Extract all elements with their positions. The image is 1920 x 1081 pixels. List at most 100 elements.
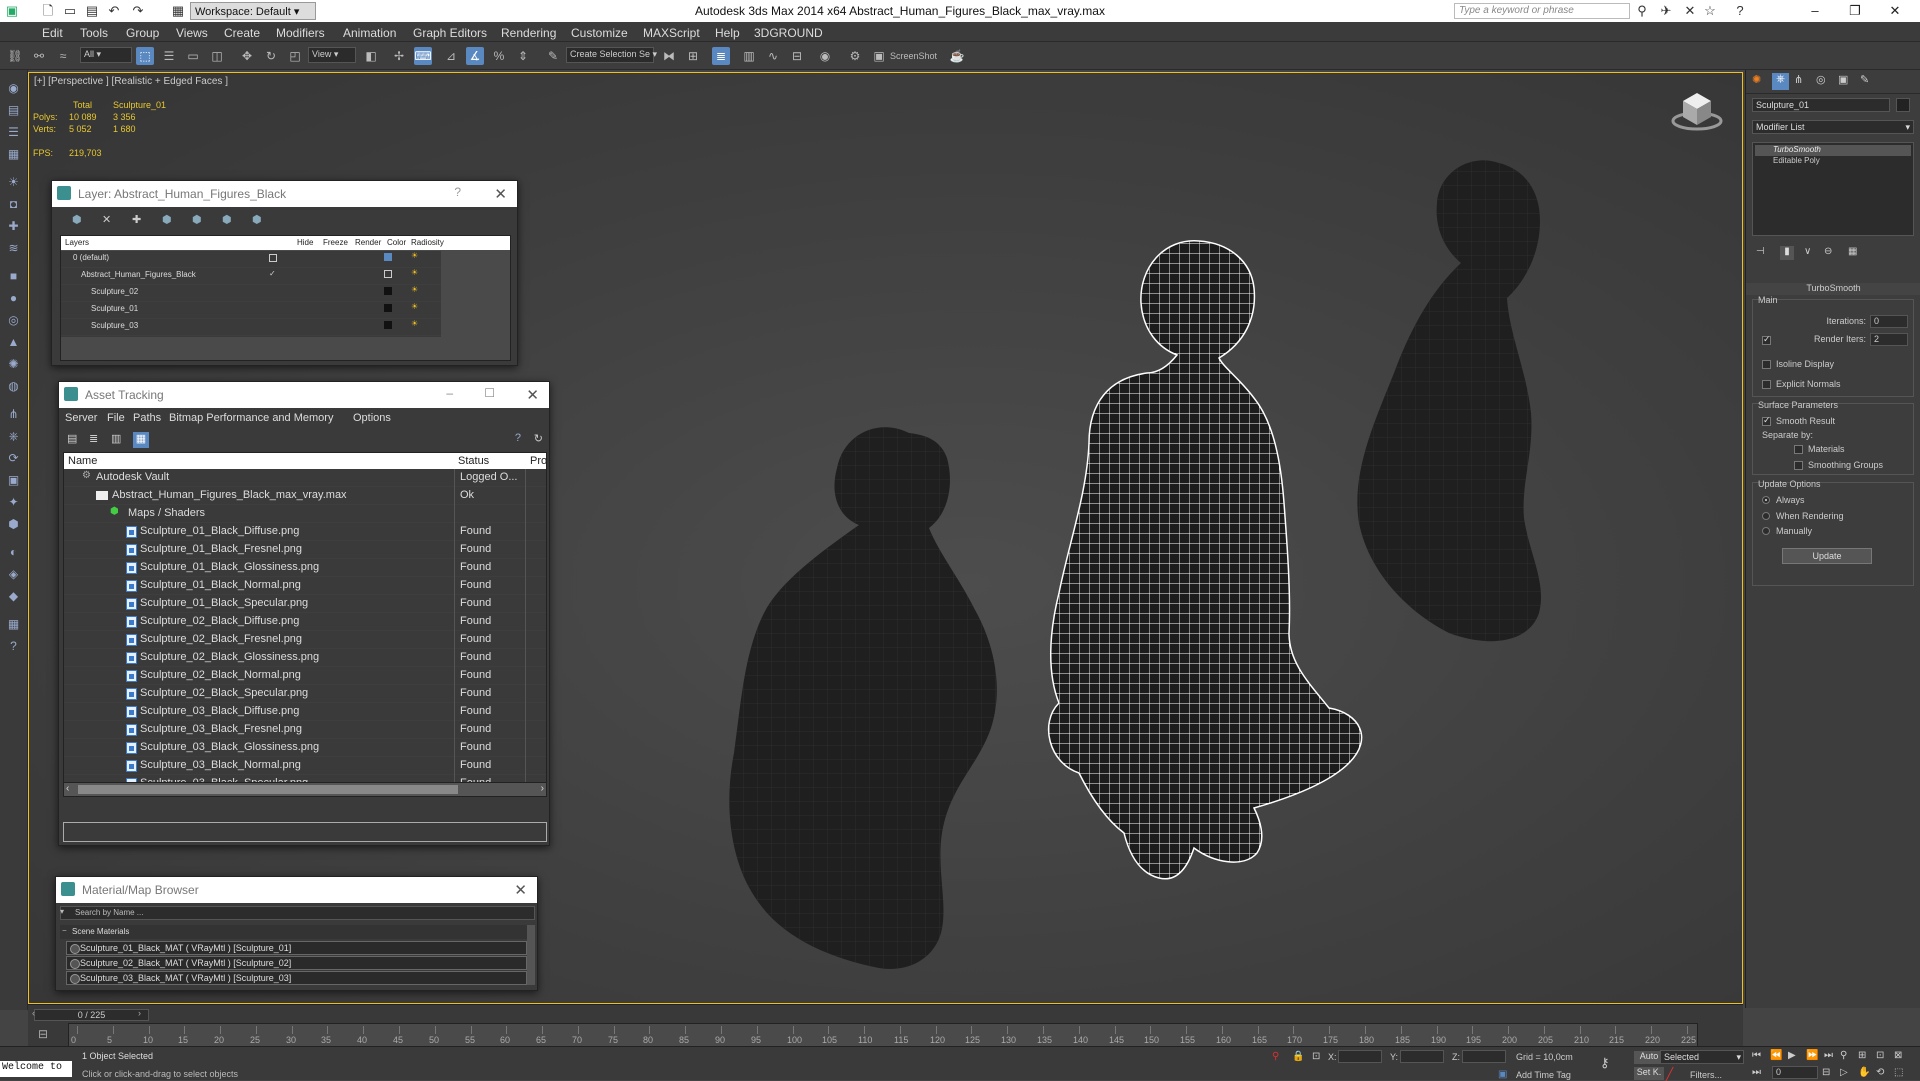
fov-icon[interactable]: ▷ [1840, 1067, 1848, 1078]
list-view-icon[interactable]: ≣ [89, 432, 98, 445]
asset-menu-options[interactable]: Options [353, 412, 391, 424]
sphere-icon[interactable]: ● [5, 290, 22, 307]
reactor-icon[interactable]: ⬢ [5, 516, 22, 533]
menu-views[interactable]: Views [176, 26, 208, 40]
asset-menu-server[interactable]: Server [65, 412, 97, 424]
list-icon[interactable]: ▦ [5, 616, 22, 633]
scroll-left-icon[interactable]: ‹ [66, 783, 69, 794]
question-icon[interactable]: ? [5, 638, 22, 655]
project-folder-icon[interactable]: ▦ [170, 3, 186, 19]
asset-row[interactable]: Sculpture_03_Black_Glossiness.png Found [64, 739, 546, 757]
prev-frame-icon[interactable]: ‹ [32, 1008, 35, 1018]
orbit-icon[interactable]: ⟲ [1876, 1067, 1884, 1078]
pin-stack-icon[interactable]: ⊣ [1756, 246, 1765, 257]
named-selection-dropdown[interactable]: Create Selection Se ▾ [566, 47, 657, 63]
sun-icon[interactable]: ✺ [5, 356, 22, 373]
layer-color-swatch[interactable] [384, 270, 392, 278]
object-name-field[interactable]: Sculpture_01 [1752, 98, 1890, 112]
prev-key-icon[interactable]: ⏪ [1770, 1050, 1782, 1061]
stack-item-turbosmooth[interactable]: TurboSmooth [1755, 145, 1911, 156]
render-setup-icon[interactable]: ⚙ [846, 47, 864, 65]
favorites-icon[interactable]: ☆ [1702, 3, 1718, 19]
keyboard-shortcut-icon[interactable]: ⌨ [414, 47, 432, 65]
remove-modifier-icon[interactable]: ⊖ [1824, 246, 1832, 257]
scroll-thumb[interactable] [78, 785, 458, 794]
render-icon[interactable]: ◈ [5, 566, 22, 583]
turbosmooth-rollout-title[interactable]: TurboSmooth [1746, 283, 1920, 295]
layer-row[interactable]: Abstract_Human_Figures_Black ✓ ☀ [61, 268, 441, 285]
update-button[interactable]: Update [1782, 548, 1872, 564]
layer-color-swatch[interactable] [384, 304, 392, 312]
z-coord-field[interactable] [1462, 1050, 1506, 1063]
select-manipulate-icon[interactable]: ✢ [390, 47, 408, 65]
menu-group[interactable]: Group [126, 26, 159, 40]
move-icon[interactable]: ✥ [238, 47, 256, 65]
key-selection-dropdown[interactable]: Selected ▾ [1660, 1050, 1744, 1064]
layer-panel-close-icon[interactable]: ✕ [494, 185, 507, 203]
smooth-result-checkbox[interactable] [1762, 415, 1771, 426]
zoom-extents-icon[interactable]: ⊡ [1876, 1050, 1884, 1061]
menu-tools[interactable]: Tools [80, 26, 108, 40]
asset-row[interactable]: Sculpture_03_Black_Fresnel.png Found [64, 721, 546, 739]
y-coord-field[interactable] [1400, 1050, 1444, 1063]
key-icon[interactable]: ⚷ [1600, 1055, 1610, 1071]
select-object-icon[interactable]: ⬚ [136, 47, 154, 65]
delete-layer-icon[interactable]: ✕ [102, 213, 111, 226]
col-color[interactable]: Color [387, 238, 406, 247]
menu-customize[interactable]: Customize [571, 26, 628, 40]
asset-menu-bitmap[interactable]: Bitmap Performance and Memory [169, 412, 333, 424]
menu-animation[interactable]: Animation [343, 26, 396, 40]
render-iters-checkbox[interactable] [1762, 334, 1771, 345]
asset-row[interactable]: ⬢ Maps / Shaders [64, 505, 546, 523]
asset-path-field[interactable] [63, 822, 547, 842]
sculpture-03[interactable] [1357, 160, 1542, 642]
schematic-view-icon[interactable]: ⊟ [788, 47, 806, 65]
time-tag-icon[interactable]: ▣ [1498, 1069, 1507, 1080]
lock-selection-icon[interactable]: 🔒 [1292, 1051, 1304, 1062]
goto-end-icon[interactable]: ⏭ [1824, 1050, 1833, 1061]
minimize-button[interactable]: – [1800, 2, 1830, 20]
select-by-name-icon[interactable]: ☰ [160, 47, 178, 65]
motion-icon[interactable]: ⟳ [5, 450, 22, 467]
material-editor-icon[interactable]: ◉ [816, 47, 834, 65]
radiosity-icon[interactable]: ☀ [411, 319, 418, 328]
col-hide[interactable]: Hide [297, 238, 313, 247]
smoothing-groups-checkbox[interactable] [1794, 461, 1803, 470]
torus-icon[interactable]: ◎ [5, 312, 22, 329]
key-filter-icon[interactable]: ╱ [1666, 1067, 1673, 1081]
menu-rendering[interactable]: Rendering [501, 26, 556, 40]
scene-materials-section[interactable]: Scene Materials [60, 925, 528, 939]
next-frame-icon[interactable]: › [138, 1008, 141, 1018]
asset-row[interactable]: Sculpture_02_Black_Normal.png Found [64, 667, 546, 685]
menu-edit[interactable]: Edit [42, 26, 63, 40]
tree-view-icon[interactable]: ▥ [111, 432, 121, 445]
selection-filter-dropdown[interactable]: All ▾ [80, 47, 132, 63]
object-color-swatch[interactable] [1896, 98, 1910, 112]
display-icon[interactable]: ▣ [5, 472, 22, 489]
asset-row[interactable]: Abstract_Human_Figures_Black_max_vray.ma… [64, 487, 546, 505]
modify-tab-icon[interactable]: ⎈ [1772, 73, 1789, 90]
layer-row[interactable]: Sculpture_03 ☀ [61, 319, 441, 336]
material-item[interactable]: Sculpture_02_Black_MAT ( VRayMtl ) [Scul… [66, 956, 527, 970]
stack-item-editable-poly[interactable]: Editable Poly [1755, 156, 1911, 167]
highlight-layer-icon[interactable]: ⬢ [192, 213, 202, 226]
add-to-layer-icon[interactable]: ✚ [132, 213, 141, 226]
isolate-selection-icon[interactable]: ⚲ [1272, 1051, 1279, 1062]
asset-col-status[interactable]: Status [458, 455, 489, 467]
track-bar[interactable]: 0 5 10 15 20 25 30 35 40 45 50 55 60 65 70 75 80 85 90 95 10… [68, 1023, 1698, 1047]
angle-snap-icon[interactable]: ∡ [466, 47, 484, 65]
light-icon[interactable]: ☀ [5, 174, 22, 191]
binoculars-icon[interactable]: ⚲ [1634, 3, 1650, 19]
asset-h-scrollbar[interactable]: ‹ › [64, 782, 546, 796]
unlink-icon[interactable]: ⚯ [30, 47, 48, 65]
asset-maximize-icon[interactable]: ☐ [484, 386, 495, 400]
key-filters-button[interactable]: Filters... [1690, 1070, 1722, 1080]
time-slider[interactable]: 0 / 225 [34, 1009, 149, 1021]
zoom-all-icon[interactable]: ⊞ [1858, 1050, 1866, 1061]
layer-color-swatch[interactable] [384, 253, 392, 261]
col-freeze[interactable]: Freeze [323, 238, 348, 247]
menu-maxscript[interactable]: MAXScript [643, 26, 700, 40]
layer-manager-panel[interactable]: Layer: Abstract_Human_Figures_Black ? ✕ … [51, 180, 518, 366]
app-logo-icon[interactable]: ▣ [4, 3, 20, 19]
set-key-button[interactable]: Set K. [1634, 1067, 1664, 1080]
